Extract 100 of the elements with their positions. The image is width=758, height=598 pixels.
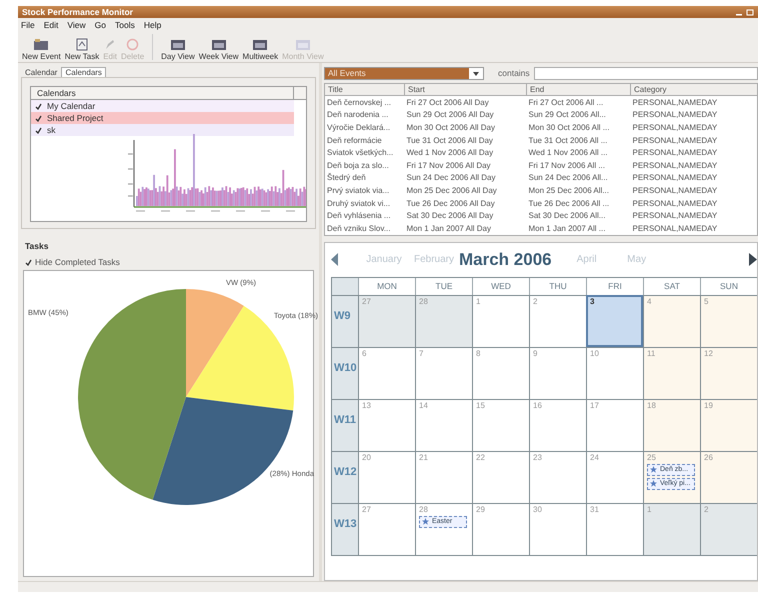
day-cell[interactable]: 19 [700, 398, 757, 451]
day-number: 12 [704, 348, 714, 358]
month-label[interactable]: January [359, 254, 409, 266]
column-header[interactable]: Title [324, 84, 404, 96]
day-cell[interactable]: 28 [415, 294, 472, 347]
table-cell: Mon 30 Oct 2006 All Day [404, 121, 526, 134]
month-label[interactable]: February [409, 254, 459, 266]
day-number: 28 [419, 504, 429, 514]
search-field[interactable] [534, 66, 758, 80]
day-cell[interactable]: 12 [700, 346, 757, 399]
calendar-item[interactable]: Shared Project [31, 112, 294, 124]
checkbox-label[interactable]: Hide Completed Tasks [35, 257, 120, 267]
menu-item[interactable]: File [21, 20, 35, 30]
day-cell[interactable]: 4 [643, 294, 700, 347]
table-cell: Sun 24 Dec 2006 All Day [404, 172, 526, 184]
day-cell[interactable]: 10 [586, 346, 643, 399]
table-cell: Štedrý deň [324, 172, 404, 184]
checkbox[interactable] [25, 258, 32, 266]
table-cell: Sat 30 Dec 2006 All Day [404, 209, 526, 222]
table-cell: Sviatok všetkých... [324, 146, 404, 159]
day-number: 30 [533, 504, 543, 514]
tab[interactable]: Calendars [61, 67, 106, 77]
tab[interactable]: Calendar [21, 67, 62, 77]
table-cell: Sun 24 Dec 2006 All... [526, 172, 630, 184]
day-number: 3 [590, 296, 596, 306]
pencil-icon [104, 38, 116, 51]
day-cell[interactable]: 3 [586, 294, 643, 347]
calendar-item[interactable]: sk [31, 124, 294, 136]
day-cell[interactable]: 6 [358, 346, 415, 399]
column-header[interactable]: Start [404, 84, 526, 96]
calendar-view-icon [170, 38, 186, 51]
toolbar-button[interactable]: Day View [159, 37, 197, 62]
day-cell[interactable]: 31 [586, 502, 643, 555]
table-cell: PERSONAL,NAMEDAY [630, 158, 758, 172]
day-number: 14 [419, 400, 429, 410]
menu-item[interactable]: Go [94, 20, 106, 30]
month-label[interactable]: May [612, 254, 662, 266]
weekday-header: SAT [643, 278, 700, 295]
day-cell[interactable]: 11 [643, 346, 700, 399]
day-cell[interactable]: 15 [472, 398, 529, 451]
note-icon [76, 38, 88, 51]
checkbox[interactable] [35, 102, 42, 110]
next-arrow-icon[interactable] [749, 253, 757, 266]
day-cell[interactable]: 1 [472, 294, 529, 347]
menu-item[interactable]: View [67, 20, 86, 30]
day-cell[interactable]: 5 [700, 294, 757, 347]
day-cell[interactable]: 2 [529, 294, 586, 347]
event-filter-dropdown[interactable]: All Events [324, 66, 484, 80]
table-cell: PERSONAL,NAMEDAY [630, 121, 758, 134]
day-cell[interactable]: 17 [586, 398, 643, 451]
checkbox[interactable] [35, 114, 42, 122]
day-cell[interactable]: 1 [643, 502, 700, 555]
menu-item[interactable]: Tools [114, 20, 135, 30]
day-number: 9 [533, 348, 538, 358]
day-cell[interactable]: 20 [358, 450, 415, 503]
day-cell[interactable]: 24 [586, 450, 643, 503]
day-number: 19 [704, 400, 714, 410]
day-cell[interactable]: 29 [472, 502, 529, 555]
day-cell[interactable]: 30 [529, 502, 586, 555]
calendar-item[interactable]: My Calendar [31, 100, 294, 112]
day-cell[interactable]: 22 [472, 450, 529, 503]
day-cell[interactable]: 16 [529, 398, 586, 451]
checkbox[interactable] [35, 126, 42, 134]
table-cell: Deň narodenia ... [324, 108, 404, 122]
toolbar-button[interactable]: New Task [62, 37, 102, 62]
day-cell[interactable]: 26 [700, 450, 757, 503]
menu-item[interactable]: Edit [44, 20, 58, 30]
day-number: 24 [590, 452, 600, 462]
section-title: Tasks [25, 241, 48, 251]
day-cell[interactable]: 7 [415, 346, 472, 399]
day-number: 5 [704, 296, 710, 306]
day-cell[interactable]: 23 [529, 450, 586, 503]
day-number: 2 [704, 504, 710, 514]
day-cell[interactable]: 9 [529, 346, 586, 399]
column-header[interactable]: End [526, 84, 630, 96]
day-cell[interactable]: 21 [415, 450, 472, 503]
day-number: 27 [362, 504, 372, 514]
previous-arrow-icon[interactable] [331, 253, 339, 266]
toolbar-button[interactable]: New Event [20, 37, 63, 62]
day-cell[interactable]: 18 [643, 398, 700, 451]
day-cell[interactable]: 14 [415, 398, 472, 451]
y-axis [128, 140, 134, 208]
toolbar-button[interactable]: Week View [196, 37, 241, 62]
day-number: 16 [533, 400, 543, 410]
month-label[interactable]: March 2006 [459, 250, 562, 270]
table-cell: Mon 25 Dec 2006 All Day [404, 184, 526, 197]
day-cell[interactable]: 2 [700, 502, 757, 555]
day-cell[interactable]: 27 [358, 502, 415, 555]
day-number: 25 [647, 452, 657, 462]
day-number: 13 [362, 400, 372, 410]
day-cell[interactable]: 13 [358, 398, 415, 451]
month-label[interactable]: April [562, 254, 612, 266]
menu-item[interactable]: Help [144, 20, 162, 30]
weekday-header: THU [529, 278, 586, 295]
day-cell[interactable]: 8 [472, 346, 529, 399]
maximize-icon[interactable] [746, 8, 754, 16]
table-cell: PERSONAL,NAMEDAY [630, 146, 758, 159]
column-header[interactable]: Category [630, 84, 758, 96]
toolbar-button[interactable]: Multiweek [240, 37, 280, 62]
day-cell[interactable]: 27 [358, 294, 415, 347]
